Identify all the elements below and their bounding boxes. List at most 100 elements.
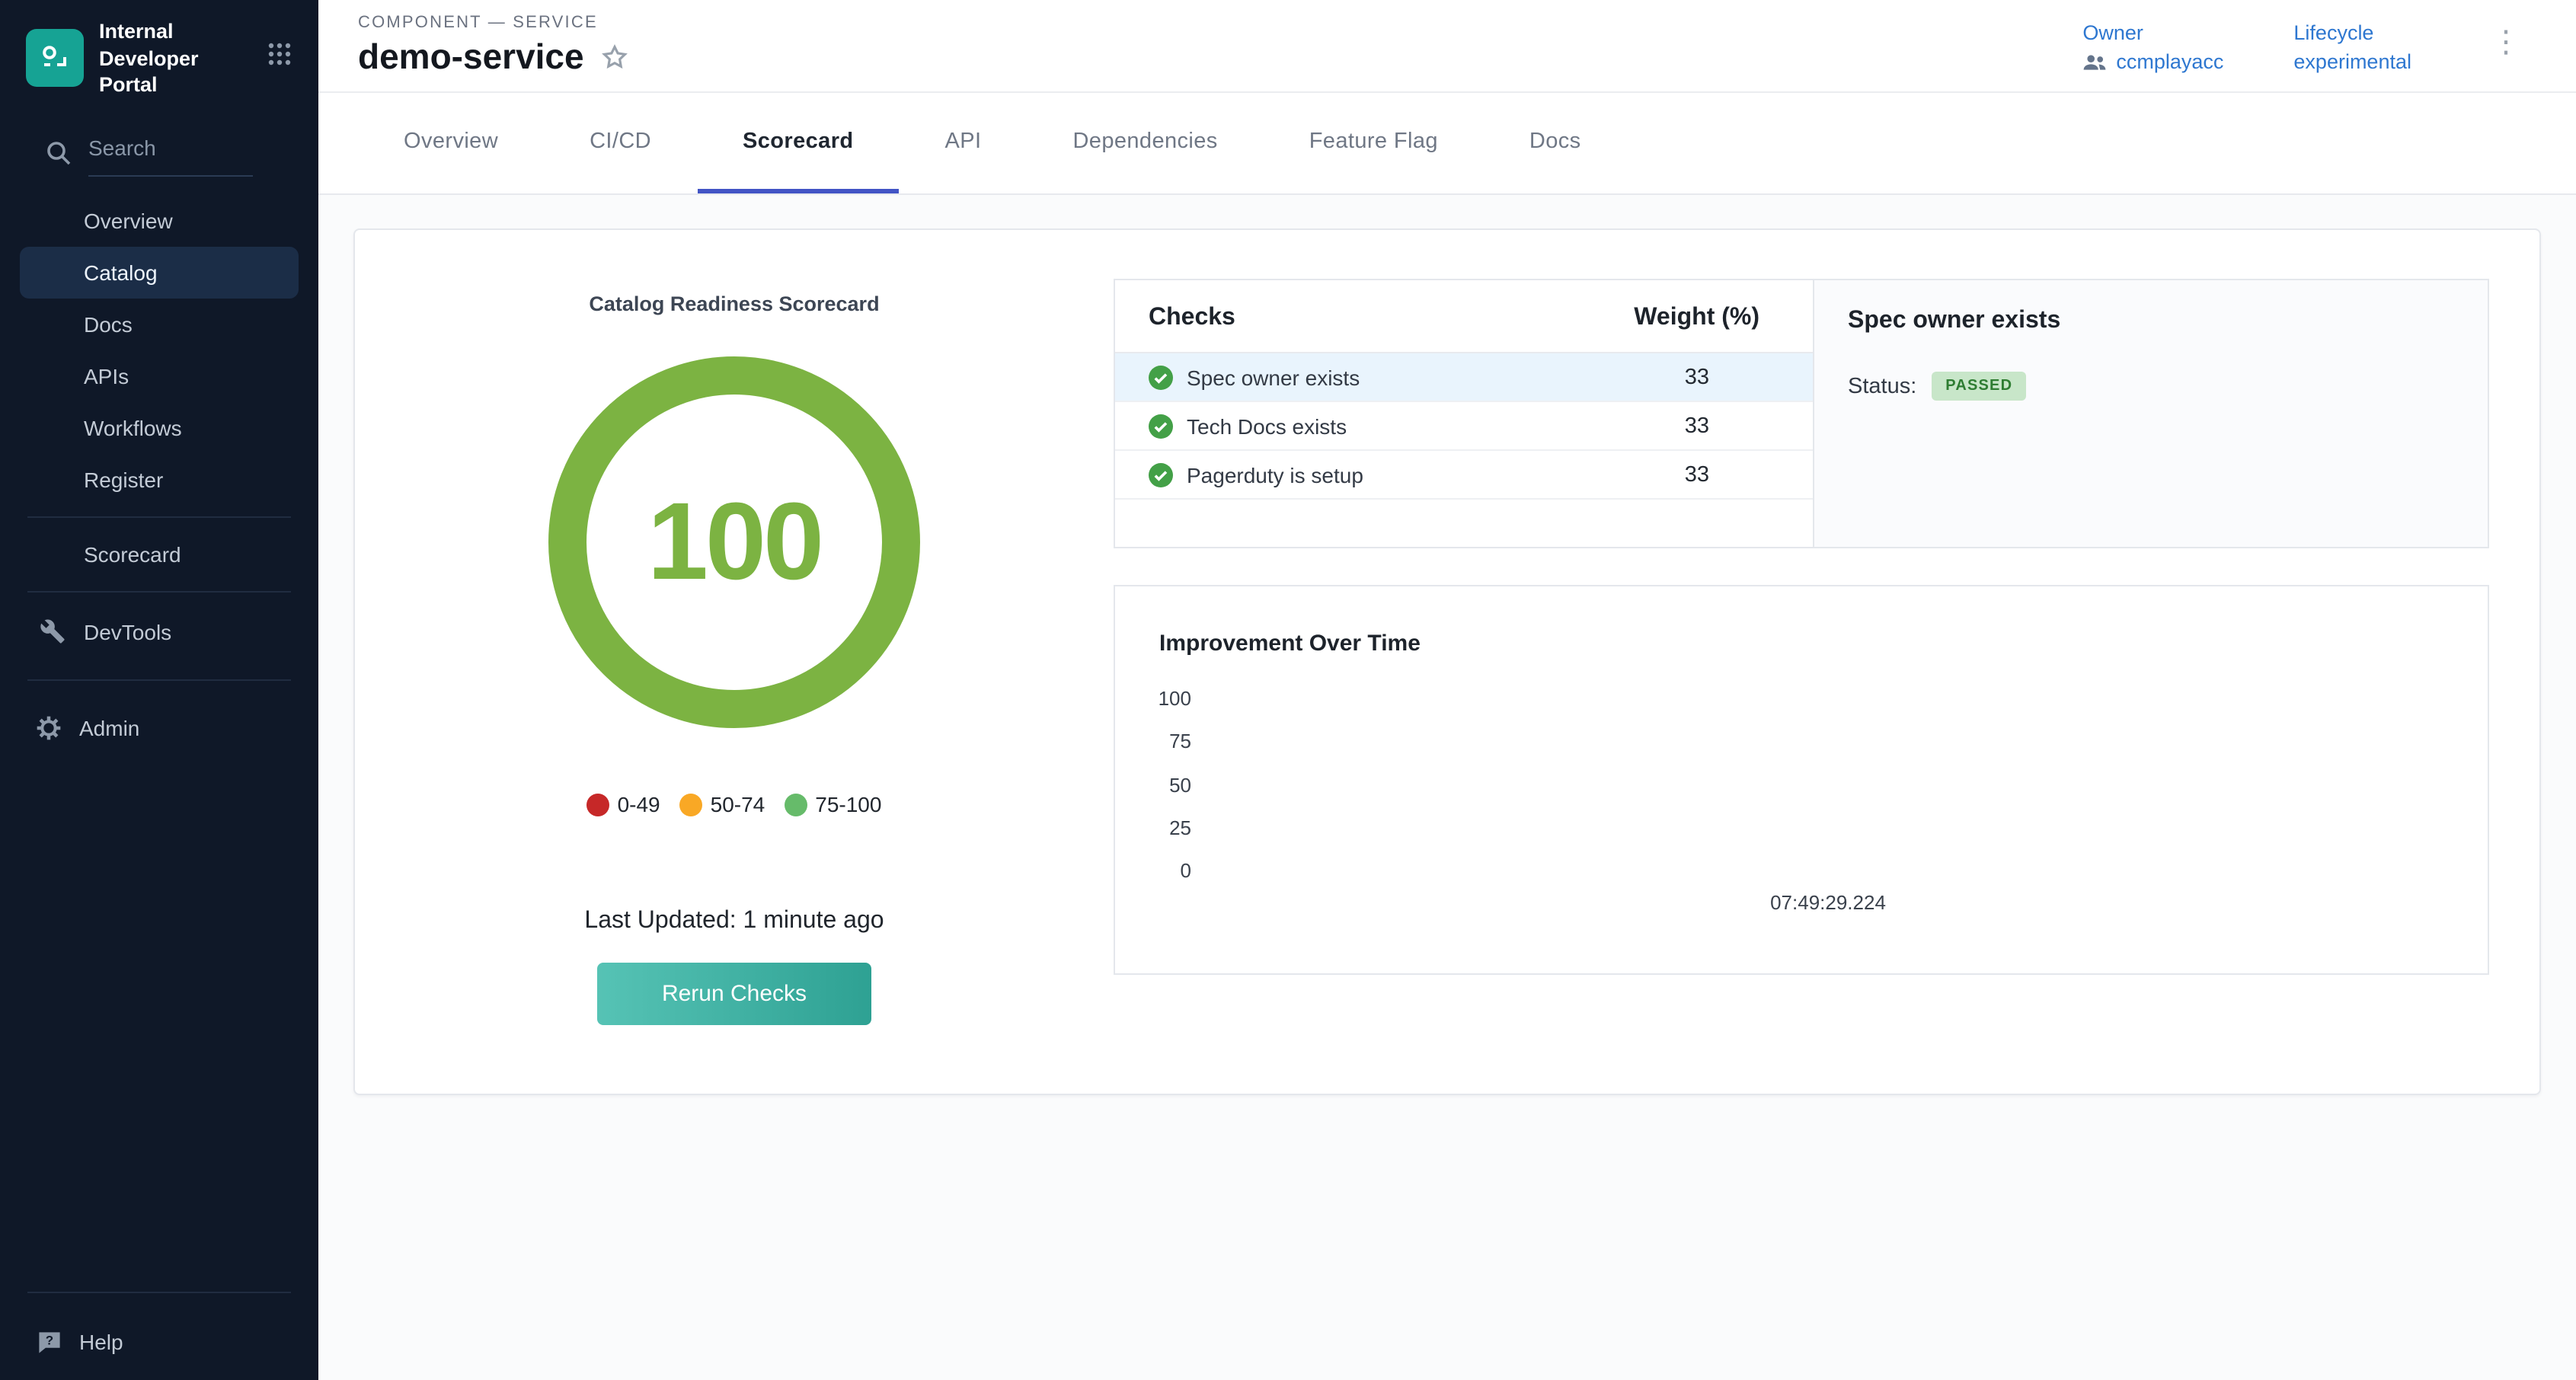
lifecycle-block: Lifecycle experimental: [2293, 21, 2411, 73]
check-weight: 33: [1685, 462, 1813, 487]
legend-label: 0-49: [618, 792, 660, 816]
help-label: Help: [79, 1330, 123, 1354]
check-row-spec-owner[interactable]: Spec owner exists 33: [1115, 353, 1813, 402]
tab-cicd[interactable]: CI/CD: [544, 93, 697, 193]
x-tick-timestamp: 07:49:29.224: [1770, 891, 1886, 914]
sidebar-item-scorecard[interactable]: Scorecard: [0, 528, 318, 580]
sidebar-divider: [27, 679, 291, 680]
legend-item-high: 75-100: [785, 792, 881, 816]
devtools-label: DevTools: [84, 619, 171, 644]
main: COMPONENT — SERVICE demo-service Owner: [318, 0, 2576, 1380]
last-updated-text: Last Updated: 1 minute ago: [584, 908, 884, 935]
favorite-star-icon[interactable]: [601, 43, 630, 72]
y-tick: 75: [1115, 730, 1191, 752]
sidebar-item-devtools[interactable]: DevTools: [0, 602, 318, 660]
scorecard-title: Catalog Readiness Scorecard: [589, 292, 879, 315]
sidebar-item-admin[interactable]: Admin: [0, 698, 318, 756]
sidebar-nav: Overview Catalog Docs APIs Workflows Reg…: [0, 194, 318, 580]
sidebar-divider: [27, 590, 291, 592]
rerun-checks-button[interactable]: Rerun Checks: [597, 963, 871, 1025]
check-weight: 33: [1685, 365, 1813, 389]
portal-logo-icon: [37, 40, 73, 77]
y-tick: 100: [1115, 687, 1191, 710]
tab-dependencies[interactable]: Dependencies: [1027, 93, 1263, 193]
legend-label: 75-100: [815, 792, 881, 816]
legend-label: 50-74: [711, 792, 765, 816]
check-weight: 33: [1685, 414, 1813, 438]
check-label: Tech Docs exists: [1187, 414, 1347, 438]
breadcrumb: COMPONENT — SERVICE: [358, 14, 630, 32]
check-row-tech-docs[interactable]: Tech Docs exists 33: [1115, 402, 1813, 451]
header-meta: Owner ccmpl: [2082, 14, 2530, 73]
owner-link[interactable]: ccmplayacc: [2082, 50, 2223, 73]
checks-panel: Checks Weight (%) Spec owner exists 33: [1114, 279, 2489, 548]
sidebar: Internal Developer Portal Search: [0, 0, 318, 1380]
details-column: Checks Weight (%) Spec owner exists 33: [1114, 230, 2539, 1094]
chart-title: Improvement Over Time: [1159, 631, 1421, 656]
tab-overview[interactable]: Overview: [358, 93, 544, 193]
more-options-icon[interactable]: ⋮: [2482, 24, 2530, 61]
check-label: Pagerduty is setup: [1187, 462, 1363, 487]
check-detail-panel: Spec owner exists Status: PASSED: [1813, 280, 2488, 547]
sidebar-item-docs[interactable]: Docs: [0, 298, 318, 350]
check-detail-title: Spec owner exists: [1848, 308, 2454, 335]
owner-value: ccmplayacc: [2116, 50, 2223, 73]
owner-label[interactable]: Owner: [2082, 21, 2223, 44]
check-row-pagerduty[interactable]: Pagerduty is setup 33: [1115, 451, 1813, 500]
score-value: 100: [647, 480, 821, 605]
checks-header-label: Checks: [1149, 305, 1634, 332]
sidebar-item-workflows[interactable]: Workflows: [0, 401, 318, 453]
apps-grid-icon[interactable]: [262, 37, 297, 80]
legend-item-low: 0-49: [587, 792, 660, 816]
tab-feature-flag[interactable]: Feature Flag: [1264, 93, 1484, 193]
entity-tabs: Overview CI/CD Scorecard API Dependencie…: [318, 93, 2576, 195]
lifecycle-label[interactable]: Lifecycle: [2293, 21, 2411, 44]
sidebar-item-overview[interactable]: Overview: [0, 194, 318, 246]
sidebar-item-help[interactable]: ? Help: [0, 1304, 318, 1380]
admin-label: Admin: [79, 715, 139, 740]
check-passed-icon: [1149, 414, 1173, 438]
sidebar-item-catalog[interactable]: Catalog: [20, 246, 299, 298]
content-area: Catalog Readiness Scorecard 100 0-49 50-…: [318, 195, 2576, 1380]
checks-table-header: Checks Weight (%): [1115, 280, 1813, 353]
improvement-chart: Improvement Over Time 100 75 50 25 0 07:…: [1114, 585, 2489, 975]
lifecycle-value: experimental: [2293, 50, 2411, 73]
check-label: Spec owner exists: [1187, 365, 1360, 389]
score-legend: 0-49 50-74 75-100: [587, 792, 882, 816]
y-tick: 25: [1115, 816, 1191, 839]
status-badge: PASSED: [1932, 372, 2026, 401]
check-passed-icon: [1149, 365, 1173, 389]
tab-docs[interactable]: Docs: [1484, 93, 1627, 193]
search-icon: [46, 139, 72, 165]
help-icon: ?: [37, 1329, 62, 1355]
svg-text:?: ?: [46, 1333, 53, 1347]
status-label: Status:: [1848, 374, 1916, 398]
sidebar-search[interactable]: Search: [46, 129, 318, 176]
people-icon: [2082, 53, 2107, 71]
y-tick: 0: [1115, 859, 1191, 882]
gear-icon: [37, 715, 61, 740]
tab-api[interactable]: API: [900, 93, 1028, 193]
sidebar-item-apis[interactable]: APIs: [0, 350, 318, 401]
legend-dot-yellow: [680, 793, 703, 816]
scorecard-card: Catalog Readiness Scorecard 100 0-49 50-…: [353, 228, 2541, 1095]
sidebar-header: Internal Developer Portal: [0, 0, 318, 113]
sidebar-divider: [27, 1292, 291, 1293]
app-title: Internal Developer Portal: [99, 18, 247, 98]
score-gauge: 100: [548, 356, 920, 728]
sidebar-spacer: [0, 756, 318, 1281]
legend-dot-red: [587, 793, 610, 816]
wrench-icon: [40, 618, 66, 644]
check-passed-icon: [1149, 462, 1173, 487]
sidebar-item-register[interactable]: Register: [0, 453, 318, 505]
gauge-column: Catalog Readiness Scorecard 100 0-49 50-…: [355, 230, 1114, 1094]
legend-dot-green: [785, 793, 807, 816]
page-header: COMPONENT — SERVICE demo-service Owner: [318, 0, 2576, 93]
search-input[interactable]: Search: [88, 129, 253, 176]
weight-header-label: Weight (%): [1634, 305, 1759, 332]
checks-table: Checks Weight (%) Spec owner exists 33: [1115, 280, 1813, 547]
tab-scorecard[interactable]: Scorecard: [697, 93, 899, 193]
y-tick: 50: [1115, 774, 1191, 797]
portal-logo: [26, 30, 84, 88]
page-title: demo-service: [358, 37, 584, 78]
